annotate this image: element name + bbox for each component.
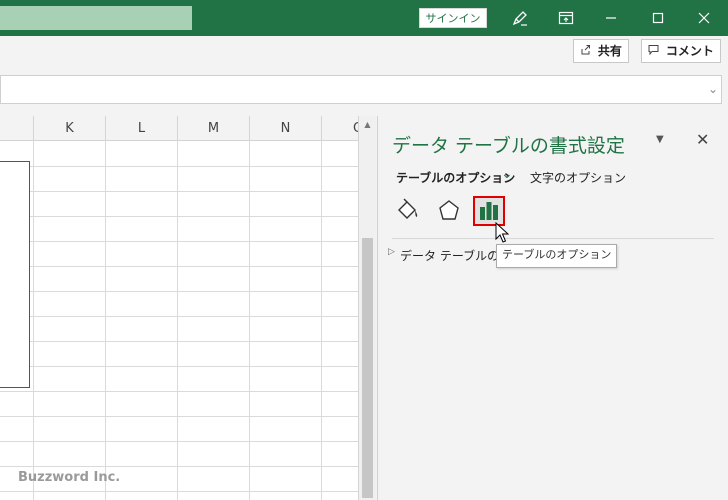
minimize-icon[interactable] [598,6,624,30]
formula-bar[interactable]: ⌄ [0,75,722,104]
column-header-k[interactable]: K [34,116,106,141]
title-search-box[interactable] [0,6,192,30]
chevron-down-icon[interactable]: ⌄ [501,166,513,182]
sign-in-button[interactable]: サインイン [419,8,487,28]
tab-text-options[interactable]: 文字のオプション [530,169,626,186]
pen-icon[interactable] [507,6,533,30]
pane-title: データ テーブルの書式設定 [392,135,625,157]
column-header-prev[interactable] [0,116,34,141]
data-table-section[interactable]: ▷ データ テーブルの [388,247,500,264]
column-header-o[interactable]: O [322,116,358,141]
chart-area[interactable] [0,161,30,388]
column-header-n[interactable]: N [250,116,322,141]
scroll-up-icon[interactable]: ▲ [359,116,376,133]
scrollbar-thumb[interactable] [362,238,373,498]
ribbon-display-options-icon[interactable] [553,6,579,30]
watermark: Buzzword Inc. [18,470,121,485]
comment-icon [648,44,663,58]
worksheet-grid[interactable]: K L M N O [0,116,358,500]
mouse-cursor-icon [495,222,509,243]
title-bar: サインイン [0,0,728,36]
comment-label: コメント [665,44,714,58]
format-data-table-pane: データ テーブルの書式設定 ▼ ✕ テーブルのオプション ⌄ 文字のオプション … [377,116,728,500]
tab-table-options[interactable]: テーブルのオプション [396,169,515,186]
comment-button[interactable]: コメント [641,39,721,63]
effects-icon[interactable] [433,196,465,226]
maximize-icon[interactable] [645,6,671,30]
pane-options-icon[interactable]: ▼ [656,134,664,145]
vertical-scrollbar[interactable]: ▲ [358,116,376,500]
fill-line-icon[interactable] [392,196,424,226]
share-button[interactable]: 共有 [573,39,629,63]
expand-triangle-icon[interactable]: ▷ [388,247,395,257]
ribbon-bar: 共有 コメント [0,36,728,66]
column-header-l[interactable]: L [106,116,178,141]
close-pane-icon[interactable]: ✕ [696,130,709,149]
tooltip: テーブルのオプション [496,244,618,268]
section-label: データ テーブルの [400,249,500,263]
share-label: 共有 [597,44,622,58]
expand-formula-bar-icon[interactable]: ⌄ [708,82,718,96]
share-icon [580,44,595,58]
close-window-icon[interactable] [691,6,717,30]
column-header-m[interactable]: M [178,116,250,141]
